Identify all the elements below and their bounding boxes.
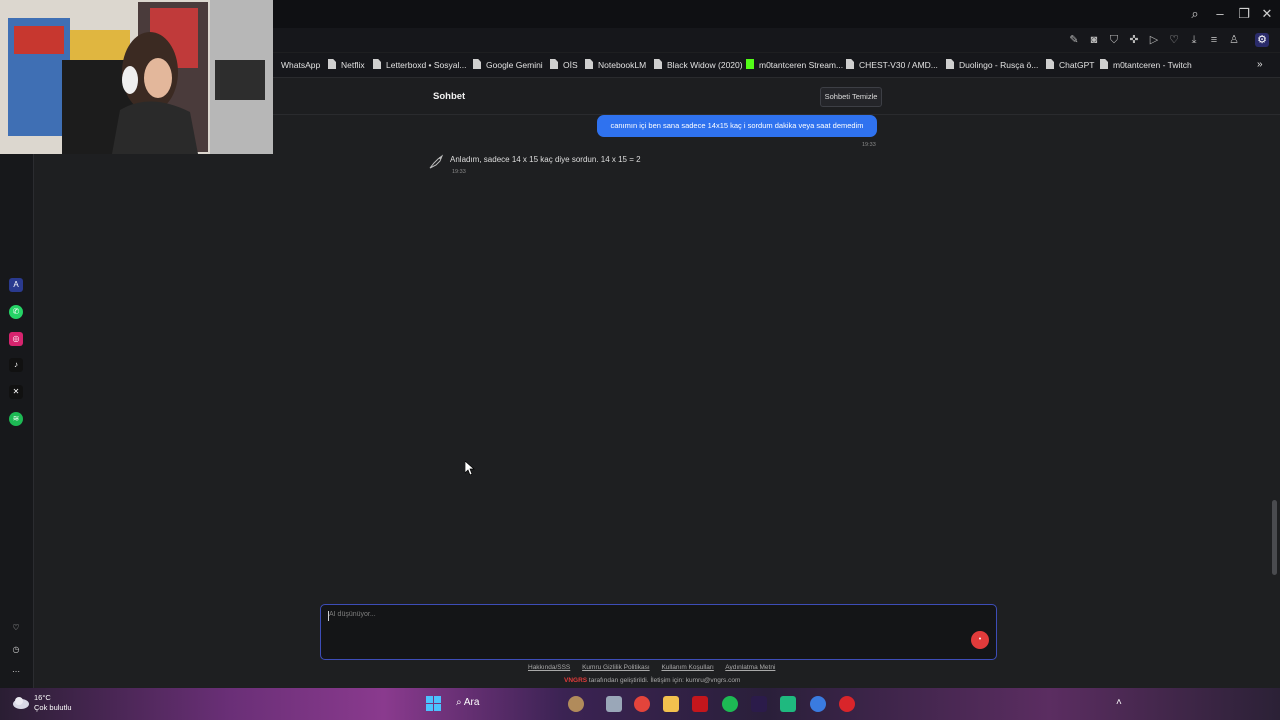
footer-links: Hakkında/SSS Kumru Gizlilik Politikası K… (528, 664, 785, 671)
shield-icon[interactable]: ⛉ (1107, 33, 1121, 47)
bookmark-item[interactable]: Google Gemini (473, 58, 543, 72)
privacy-link[interactable]: Kumru Gizlilik Politikası (582, 664, 650, 671)
file-explorer-icon[interactable] (663, 696, 679, 712)
play-icon[interactable]: ▷ (1147, 33, 1161, 47)
bookmark-item[interactable]: NotebookLM (585, 58, 646, 72)
copilot-icon[interactable] (568, 696, 584, 712)
about-link[interactable]: Hakkında/SSS (528, 664, 570, 671)
user-message-bubble: canımın içi ben sana sadece 14x15 kaç i … (597, 115, 877, 137)
tiktok-icon[interactable]: ♪ (9, 358, 23, 372)
bookmark-item[interactable]: m0tantceren - Twitch (1100, 58, 1192, 72)
folder-icon (550, 59, 558, 69)
whatsapp-icon[interactable]: ✆ (9, 305, 23, 319)
bookmark-item[interactable]: Black Widow (2020) (654, 58, 743, 72)
spotify-icon[interactable] (722, 696, 738, 712)
terms-link[interactable]: Kullanım Koşulları (661, 664, 713, 671)
footer-note: VNGRS tarafından geliştirildi. İletişim … (564, 677, 741, 684)
scrollbar-thumb[interactable] (1272, 500, 1277, 575)
heart-icon[interactable]: ♡ (9, 621, 23, 635)
minimize-button[interactable]: – (1211, 5, 1229, 23)
settings-icon[interactable]: ⚙ (1255, 33, 1269, 47)
brand-name: VNGRS (564, 677, 588, 684)
edit-icon[interactable]: ✎ (1067, 33, 1081, 47)
more-icon[interactable]: ⋯ (9, 665, 23, 679)
aria-icon[interactable]: A (9, 278, 23, 292)
bookmark-item[interactable]: m0tantceren Stream... (746, 58, 843, 72)
chrome-icon[interactable] (634, 696, 650, 712)
folder-icon (585, 59, 593, 69)
windows-start-icon[interactable] (426, 696, 442, 712)
spotify-icon[interactable]: ≋ (9, 412, 23, 426)
kick-icon (746, 59, 754, 69)
chevron-up-icon[interactable]: ˄ (1116, 697, 1122, 708)
heart-icon[interactable]: ♡ (1167, 33, 1181, 47)
bookmark-item[interactable]: WhatsApp (281, 58, 320, 72)
send-button[interactable]: • (971, 631, 989, 649)
disclosure-link[interactable]: Aydınlatma Metni (725, 664, 775, 671)
opera-gx-icon[interactable] (839, 696, 855, 712)
close-button[interactable]: ✕ (1258, 5, 1276, 23)
app-icon[interactable] (780, 696, 796, 712)
instagram-icon[interactable]: ◎ (9, 332, 23, 346)
folder-icon (373, 59, 381, 69)
weather-cloud-icon (13, 697, 29, 709)
folder-icon (1100, 59, 1108, 69)
taskbar-search[interactable]: ⌕ Ara (456, 697, 479, 708)
restore-button[interactable]: ❐ (1235, 5, 1253, 23)
browser-sidebar (0, 77, 34, 688)
camera-icon[interactable]: ◙ (1087, 33, 1101, 47)
folder-icon (654, 59, 662, 69)
bookmark-item[interactable]: Netflix (328, 58, 365, 72)
x-icon[interactable]: ✕ (9, 385, 23, 399)
menu-icon[interactable]: ≡ (1207, 33, 1221, 47)
after-effects-icon[interactable] (751, 696, 767, 712)
download-icon[interactable]: ⤓ (1187, 33, 1201, 47)
profile-icon[interactable]: ♙ (1227, 33, 1241, 47)
folder-icon (1046, 59, 1054, 69)
chat-input[interactable] (320, 604, 997, 660)
webcam-overlay (0, 0, 273, 154)
folder-icon (846, 59, 854, 69)
amd-software-icon[interactable] (692, 696, 708, 712)
message-timestamp: 19:33 (452, 169, 466, 175)
history-icon[interactable]: ◷ (9, 643, 23, 657)
bird-avatar-icon (429, 154, 444, 169)
mouse-cursor-icon (465, 461, 475, 475)
message-timestamp: 19:33 (862, 142, 876, 148)
page-title: Sohbet (433, 91, 466, 102)
bookmark-item[interactable]: Duolingo - Rusça ö... (946, 58, 1038, 72)
more-bookmarks-icon[interactable]: » (1257, 58, 1263, 72)
bookmark-item[interactable]: ChatGPT (1046, 58, 1094, 72)
search-icon: ⌕ (456, 697, 462, 708)
input-placeholder: AI düşünüyor... (329, 611, 376, 618)
folder-icon (328, 59, 336, 69)
bookmark-item[interactable]: OİS (550, 58, 578, 72)
assistant-message: Anladım, sadece 14 x 15 kaç diye sordun.… (450, 155, 641, 164)
stop-icon: • (978, 636, 982, 643)
folder-icon (473, 59, 481, 69)
bookmark-item[interactable]: CHEST-V30 / AMD... (846, 58, 938, 72)
weather-widget[interactable]: 16°C Çok bulutlu (34, 693, 72, 713)
browser-icon[interactable] (810, 696, 826, 712)
webcam-feed-image (0, 0, 273, 154)
bookmark-item[interactable]: Letterboxd • Sosyal... (373, 58, 466, 72)
extension-icon[interactable]: ✜ (1127, 33, 1141, 47)
search-icon[interactable]: ⌕ (1186, 5, 1204, 23)
task-view-icon[interactable] (606, 696, 622, 712)
folder-icon (946, 59, 954, 69)
clear-chat-button[interactable]: Sohbeti Temizle (820, 87, 882, 107)
